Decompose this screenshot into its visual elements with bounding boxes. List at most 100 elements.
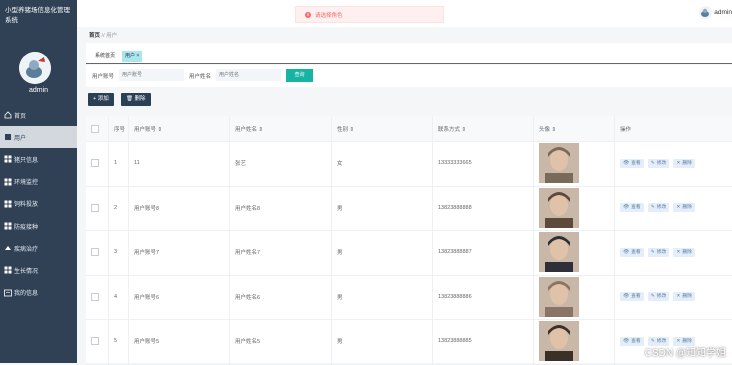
- user-icon: [4, 133, 12, 141]
- header-cell: 序号: [108, 116, 128, 141]
- row-checkbox[interactable]: [91, 159, 99, 168]
- delete-button[interactable]: ✕ 删除: [673, 203, 695, 213]
- sidebar-item-label: 疾病治疗: [14, 246, 39, 253]
- header-cell[interactable]: 联系方式 ⇕: [432, 116, 533, 141]
- delete-button[interactable]: ✕ 删除: [673, 292, 695, 302]
- row-checkbox[interactable]: [91, 337, 99, 346]
- row-name: 用户姓名7: [229, 230, 331, 275]
- view-label: 查看: [631, 160, 641, 166]
- row-checkbox[interactable]: [91, 292, 99, 301]
- sidebar-item-users[interactable]: 用户: [0, 126, 77, 149]
- edit-button[interactable]: ✎ 修改: [647, 292, 670, 302]
- tab-home[interactable]: 系统首页: [92, 51, 119, 62]
- add-button[interactable]: + 添加: [88, 93, 114, 106]
- view-button[interactable]: 👁 查看: [620, 336, 644, 346]
- view-label: 查看: [631, 205, 641, 211]
- account-input[interactable]: [119, 69, 184, 81]
- edit-button[interactable]: ✎ 修改: [647, 158, 670, 168]
- header-cell[interactable]: 用户账号 ⇕: [128, 116, 229, 141]
- row-gender: 男: [331, 274, 432, 319]
- row-name: 用户姓名5: [229, 319, 331, 364]
- delete-label: 删除: [134, 96, 146, 102]
- error-toast: ✕ 请选择角色: [295, 6, 444, 23]
- top-user-menu[interactable]: admin: [699, 6, 732, 19]
- row-actions: 👁 查看 ✎ 修改 ✕ 删除: [614, 185, 732, 230]
- row-account: 用户账号5: [128, 319, 229, 364]
- tab-bar: 系统首页 用户 ×: [86, 43, 732, 64]
- sidebar-item-feed[interactable]: 饲料投放: [0, 193, 77, 215]
- table-row: 3 用户账号7 用户姓名7 男 13823888887 👁 查看 ✎ 修改 ✕ 删除: [86, 230, 732, 276]
- view-button[interactable]: 👁 查看: [620, 247, 644, 257]
- header-cell: 操作: [614, 116, 732, 141]
- sidebar-item-environment[interactable]: 环境监控: [0, 171, 77, 193]
- view-button[interactable]: 👁 查看: [620, 292, 644, 302]
- view-button[interactable]: 👁 查看: [620, 158, 644, 168]
- row-gender: 男: [331, 185, 432, 230]
- row-avatar-cell: [533, 141, 614, 186]
- sidebar-item-vaccination[interactable]: 防疫接种: [0, 215, 77, 237]
- user-photo: [539, 143, 579, 184]
- search-button[interactable]: 查询: [286, 69, 313, 82]
- tab-users[interactable]: 用户 ×: [122, 51, 143, 62]
- table-row: 1 11 张艺女 13333333665 👁 查看 ✎ 修改 ✕ 删除: [86, 141, 732, 187]
- sidebar-menu: 首页 用户 猪只信息 环境监控 饲料投放 防疫接种 疾病治疗 生长情况 我的信息: [0, 104, 77, 304]
- watermark: CSDN @知知学姐: [644, 348, 726, 359]
- delete-button[interactable]: ✕ 删除: [673, 247, 695, 257]
- sidebar-item-label: 首页: [14, 113, 27, 120]
- close-icon: ✕: [676, 205, 681, 211]
- row-checkbox[interactable]: [91, 203, 99, 212]
- breadcrumb-home[interactable]: 首页: [89, 33, 100, 39]
- sidebar-item-label: 猪只信息: [14, 157, 39, 164]
- select-all-checkbox[interactable]: [91, 124, 99, 133]
- row-actions: 👁 查看 ✎ 修改 ✕ 删除: [614, 230, 732, 275]
- top-avatar: [699, 6, 713, 19]
- row-account: 11: [128, 141, 229, 186]
- avatar[interactable]: [19, 52, 51, 84]
- breadcrumb: 首页 // 用户: [89, 31, 117, 39]
- grid-icon: [4, 200, 12, 208]
- row-index: 4: [108, 274, 128, 319]
- search-bar: 用户账号 用户姓名 查询: [86, 65, 732, 87]
- edit-icon: ✎: [650, 294, 655, 300]
- close-icon: ✕: [676, 160, 681, 166]
- row-avatar-cell: [533, 319, 614, 364]
- profile-icon: [4, 289, 12, 297]
- sidebar-item-label: 用户: [14, 135, 27, 142]
- row-gender: 男: [331, 319, 432, 364]
- row-index: 5: [108, 319, 128, 364]
- row-actions: 👁 查看 ✎ 修改 ✕ 删除: [614, 141, 732, 186]
- header-checkbox-cell: [86, 116, 108, 141]
- sidebar-item-growth[interactable]: 生长情况: [0, 259, 77, 281]
- sidebar-item-label: 环境监控: [14, 180, 39, 187]
- delete-button[interactable]: 🗑 删除: [121, 93, 151, 106]
- row-checkbox-cell: [86, 141, 108, 186]
- header-cell[interactable]: 性别 ⇕: [331, 116, 432, 141]
- sidebar-item-my-info[interactable]: 我的信息: [0, 282, 77, 304]
- header-cell[interactable]: 头像 ⇕: [533, 116, 614, 141]
- eye-icon: 👁: [623, 338, 630, 344]
- table-row: 4 用户账号6 用户姓名6 男 13823888886 👁 查看 ✎ 修改 ✕ 删除: [86, 274, 732, 320]
- edit-button[interactable]: ✎ 修改: [647, 247, 670, 257]
- row-account: 用户账号7: [128, 230, 229, 275]
- view-label: 查看: [631, 249, 641, 255]
- edit-button[interactable]: ✎ 修改: [647, 203, 670, 213]
- view-label: 查看: [631, 338, 641, 344]
- delete-label: 删除: [682, 249, 692, 255]
- sidebar-item-home[interactable]: 首页: [0, 104, 77, 126]
- header-cell[interactable]: 用户姓名 ⇕: [229, 116, 331, 141]
- delete-button[interactable]: ✕ 删除: [673, 158, 695, 168]
- grid-icon: [4, 266, 12, 274]
- row-checkbox[interactable]: [91, 248, 99, 257]
- sidebar-item-label: 生长情况: [14, 268, 39, 275]
- sidebar-item-treatment[interactable]: 疾病治疗: [0, 237, 77, 259]
- sidebar-item-pig-info[interactable]: 猪只信息: [0, 148, 77, 170]
- row-name: 用户姓名6: [229, 274, 331, 319]
- edit-icon: ✎: [650, 205, 655, 211]
- row-name: 用户姓名8: [229, 185, 331, 230]
- view-button[interactable]: 👁 查看: [620, 203, 644, 213]
- table-row: 5 用户账号5 用户姓名5 男 13823888885 👁 查看 ✎ 修改 ✕ 删除: [86, 319, 732, 365]
- row-avatar-cell: [533, 230, 614, 275]
- name-input[interactable]: [216, 69, 281, 81]
- user-photo: [539, 232, 579, 273]
- sidebar-username: admin: [28, 87, 49, 94]
